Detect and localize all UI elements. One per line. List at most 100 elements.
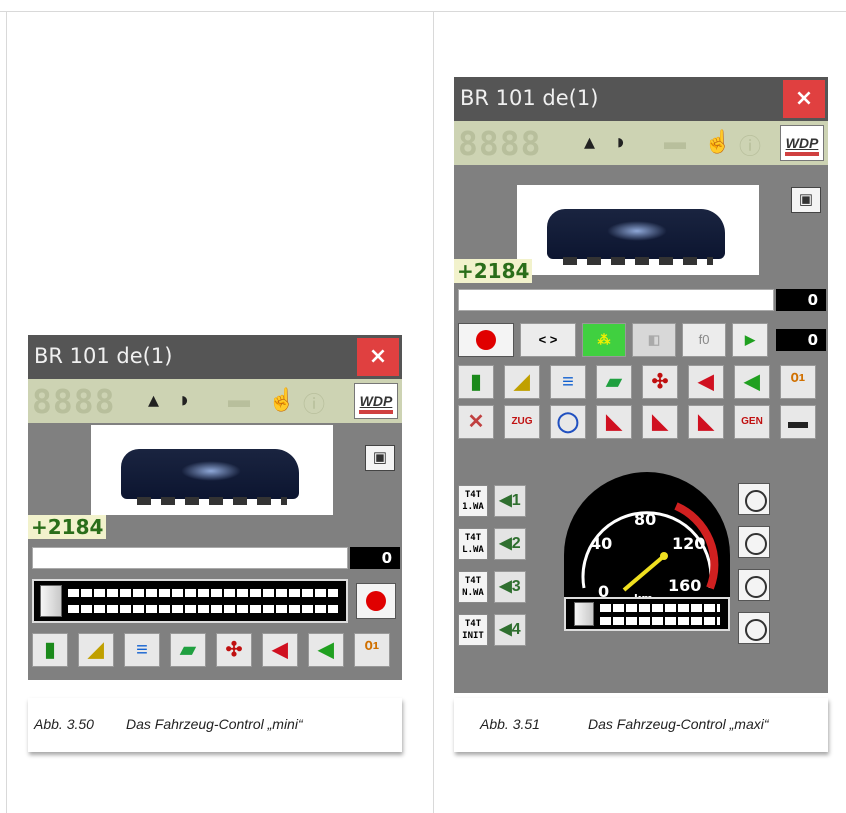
top-divider (0, 11, 846, 12)
speaker-icon[interactable]: ◀1 (494, 485, 526, 517)
sound-trigger-label: T4T (464, 533, 482, 543)
gauge-mark-40: 40 (590, 534, 613, 553)
maxi-function-grid-button[interactable]: ⁂ (582, 323, 626, 357)
sound-trigger-label: T4T (464, 619, 482, 629)
mini-function-group-icon[interactable]: ⁰¹ (354, 633, 390, 667)
maxi-speech-icon[interactable]: ◯ (550, 405, 586, 439)
maxi-steam-loco-icon[interactable]: ▬ (780, 405, 816, 439)
mini-titlebar: BR 101 de(1) × (28, 335, 402, 379)
maxi-layout-button[interactable]: ▣ (791, 187, 821, 213)
mini-throttle-track-top (68, 589, 338, 597)
sound-trigger-sublabel: 1.WA (462, 502, 484, 512)
mini-layout-button[interactable]: ▣ (365, 445, 395, 471)
mini-coupler-icon[interactable]: ✣ (216, 633, 252, 667)
maxi-hand-icon[interactable]: ☝ (704, 129, 731, 155)
maxi-cab-icon[interactable]: ▮ (458, 365, 494, 399)
mini-address: +2184 (28, 515, 107, 539)
mini-stop-button[interactable] (356, 583, 396, 619)
maxi-zug-icon[interactable]: ZUG (504, 405, 540, 439)
maxi-status-row: 8888 ▴ ◗ ▬ ☝ ⓘ WDP (454, 121, 828, 165)
maxi-octagon-button-3[interactable] (738, 569, 770, 601)
maxi-wagon1-icon[interactable]: ◣ (642, 405, 678, 439)
mini-ramp-icon[interactable]: ◢ (78, 633, 114, 667)
mini-throttle-knob[interactable] (40, 585, 62, 617)
maxi-f0-button[interactable]: f0 (682, 323, 726, 357)
mini-caption: Abb. 3.50 Das Fahrzeug-Control „mini“ (28, 698, 402, 752)
mini-car-icon[interactable]: ▰ (170, 633, 206, 667)
sound-trigger-sublabel: L.WA (462, 545, 484, 555)
sound-trigger-button[interactable]: T4T L.WA (458, 528, 488, 560)
maxi-octagon-button-4[interactable] (738, 612, 770, 644)
mini-title: BR 101 de(1) (34, 344, 173, 368)
maxi-octagon-button-2[interactable] (738, 526, 770, 558)
sound-trigger-button[interactable]: T4T INIT (458, 614, 488, 646)
sound-trigger-label: T4T (464, 490, 482, 500)
mini-throttle-slider[interactable] (32, 579, 348, 623)
maxi-ramp-icon[interactable]: ◢ (504, 365, 540, 399)
center-divider (433, 11, 434, 813)
maxi-control-window: BR 101 de(1) × 8888 ▴ ◗ ▬ ☝ ⓘ WDP ▣ +218… (454, 77, 828, 693)
gauge-mark-120: 120 (672, 534, 706, 553)
maxi-step-value: 0 (776, 329, 826, 351)
maxi-speed-value: 0 (776, 289, 826, 311)
maxi-stop-button[interactable] (458, 323, 514, 357)
maxi-caption-text: Das Fahrzeug-Control „maxi“ (588, 716, 769, 732)
maxi-close-button[interactable]: × (783, 80, 825, 118)
maxi-horn-icon[interactable]: ◀ (688, 365, 724, 399)
maxi-direction-button[interactable]: < > (520, 323, 576, 357)
maxi-throttle-knob[interactable] (574, 602, 594, 626)
mini-horn-icon[interactable]: ◀ (262, 633, 298, 667)
mini-cab-icon[interactable]: ▮ (32, 633, 68, 667)
mini-loco-image (91, 425, 333, 515)
maxi-wagon-icon[interactable]: ◣ (596, 405, 632, 439)
maxi-generator-icon[interactable]: GEN (734, 405, 770, 439)
maxi-car-icon[interactable]: ▰ (596, 365, 632, 399)
gauge-mark-160: 160 (668, 576, 702, 595)
maxi-light-icon[interactable]: ◗ (614, 129, 627, 155)
mini-close-button[interactable]: × (357, 338, 399, 376)
mini-speed-value: 0 (350, 547, 400, 569)
mini-caption-text: Das Fahrzeug-Control „mini“ (126, 716, 303, 732)
mini-control-window: BR 101 de(1) × 8888 ▴ ◗ ▬ ☝ ⓘ WDP ▣ +218… (28, 335, 402, 680)
maxi-direction-icon[interactable]: ▴ (584, 129, 595, 155)
mini-headlight-icon[interactable]: ≡ (124, 633, 160, 667)
mini-throttle-track-bottom (68, 605, 338, 613)
sound-trigger-sublabel: N.WA (462, 588, 484, 598)
maxi-speedometer: 0 40 80 120 160 km (564, 472, 730, 614)
maxi-throttle-track-top (600, 604, 720, 612)
speaker-icon[interactable]: ◀2 (494, 528, 526, 560)
maxi-play-button[interactable]: ▶ (732, 323, 768, 357)
mini-wdp-logo: WDP (354, 383, 398, 419)
maxi-titlebar: BR 101 de(1) × (454, 77, 828, 121)
maxi-coupler-icon[interactable]: ✣ (642, 365, 678, 399)
sound-trigger-button[interactable]: T4T N.WA (458, 571, 488, 603)
mini-horn2-icon[interactable]: ◀ (308, 633, 344, 667)
maxi-loco-image (517, 185, 759, 275)
maxi-throttle-slider[interactable] (564, 597, 730, 631)
mini-direction-icon[interactable]: ▴ (148, 387, 159, 413)
mini-caption-number: Abb. 3.50 (34, 716, 94, 732)
maxi-wdp-logo: WDP (780, 125, 824, 161)
maxi-function-group-icon[interactable]: ⁰¹ (780, 365, 816, 399)
mini-light-icon[interactable]: ◗ (178, 387, 191, 413)
maxi-address: +2184 (454, 259, 533, 283)
maxi-wagon2-icon[interactable]: ◣ (688, 405, 724, 439)
maxi-speed-bar (458, 289, 774, 311)
maxi-octagon-button-1[interactable] (738, 483, 770, 515)
left-divider (6, 11, 7, 813)
mini-seven-segment-display: 8888 (32, 382, 116, 421)
sound-trigger-button[interactable]: T4T 1.WA (458, 485, 488, 517)
maxi-throttle-track-bottom (600, 617, 720, 625)
speaker-icon[interactable]: ◀3 (494, 571, 526, 603)
maxi-seven-segment-display: 8888 (458, 124, 542, 163)
maxi-mute-icon[interactable]: ✕ (458, 405, 494, 439)
maxi-sound-button[interactable]: ◧ (632, 323, 676, 357)
mini-loco-body (121, 449, 299, 499)
speaker-icon[interactable]: ◀4 (494, 614, 526, 646)
mini-status-row: 8888 ▴ ◗ ▬ ☝ ⓘ WDP (28, 379, 402, 423)
mini-loco-wheels (137, 497, 287, 505)
maxi-horn2-icon[interactable]: ◀ (734, 365, 770, 399)
maxi-caption-number: Abb. 3.51 (480, 716, 540, 732)
mini-hand-icon[interactable]: ☝ (268, 387, 295, 413)
maxi-headlight-icon[interactable]: ≡ (550, 365, 586, 399)
